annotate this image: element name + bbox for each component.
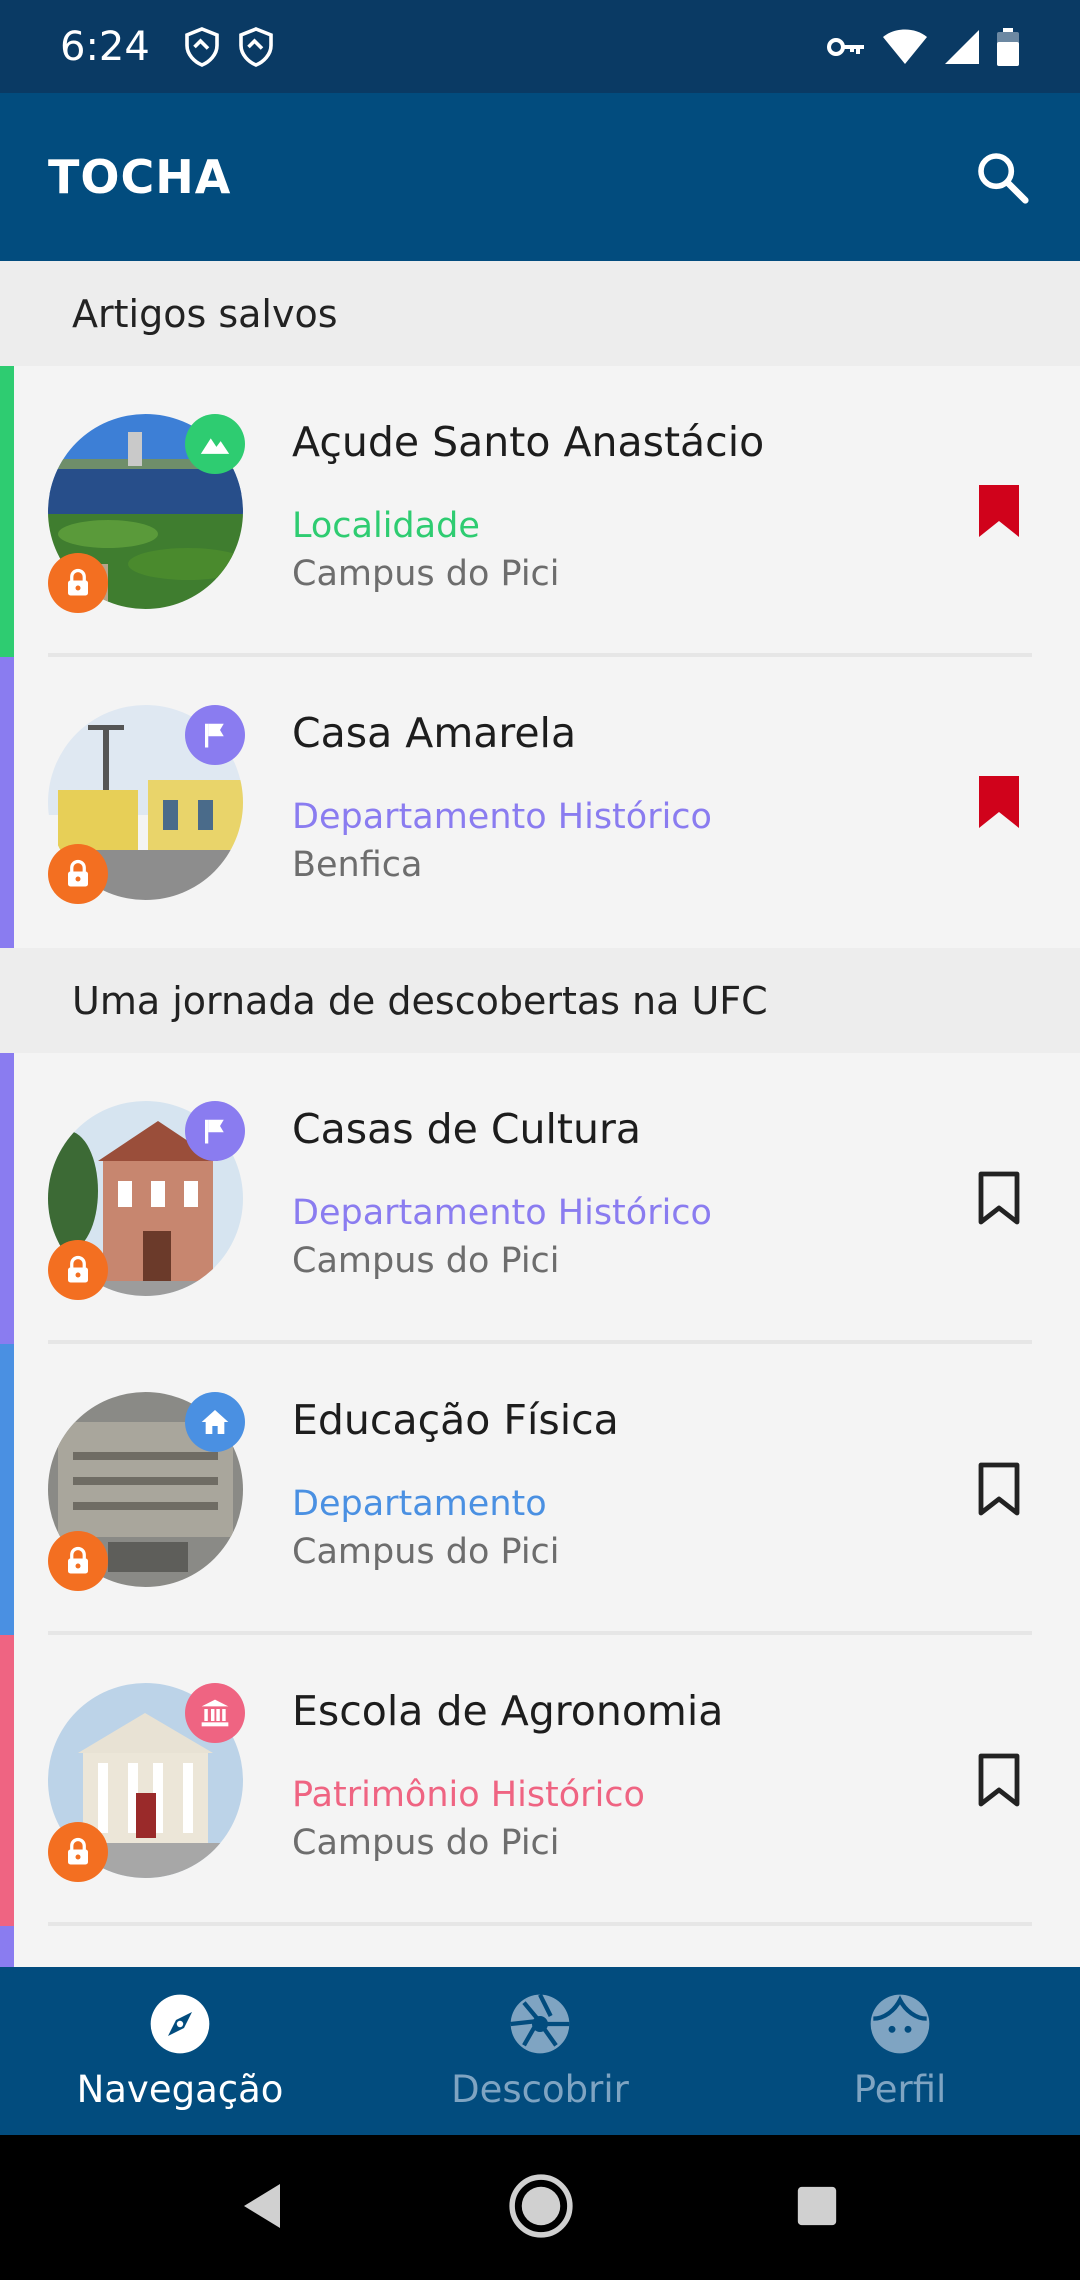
nav-label: Descobrir xyxy=(451,2067,629,2111)
item-thumbnail xyxy=(48,414,245,613)
bookmark-border-icon xyxy=(978,1753,1020,1807)
item-location: Campus do Pici xyxy=(292,1241,560,1281)
lock-icon xyxy=(48,1822,108,1882)
item-thumbnail xyxy=(48,1683,245,1882)
search-icon xyxy=(978,153,1029,204)
item-location: Campus do Pici xyxy=(292,1532,560,1572)
system-nav-bar xyxy=(0,2135,1080,2280)
search-button[interactable] xyxy=(972,147,1032,207)
item-category: Departamento xyxy=(292,1484,547,1524)
back-icon xyxy=(244,2183,280,2228)
battery-icon xyxy=(997,27,1019,66)
nav-item-navegacao[interactable]: Navegação xyxy=(0,1967,360,2135)
signal-icon xyxy=(945,29,979,64)
nav-item-descobrir[interactable]: Descobrir xyxy=(360,1967,720,2135)
status-indicators xyxy=(826,27,1020,66)
bookmark-icon xyxy=(979,776,1019,828)
content-list[interactable]: Artigos salvos Açude Santo Anastácio Loc… xyxy=(0,261,1080,1967)
home-button[interactable] xyxy=(508,2173,574,2243)
bookmark-button[interactable] xyxy=(975,1750,1023,1810)
item-location: Benfica xyxy=(292,845,423,885)
item-location: Campus do Pici xyxy=(292,554,560,594)
item-title: Escola de Agronomia xyxy=(292,1687,724,1735)
bookmark-border-icon xyxy=(978,1462,1020,1516)
recents-button[interactable] xyxy=(794,2183,840,2233)
bookmark-button[interactable] xyxy=(975,1168,1023,1228)
lock-icon xyxy=(48,553,108,613)
app-bar: TOCHA xyxy=(0,93,1080,261)
back-button[interactable] xyxy=(240,2180,288,2236)
landscape-icon xyxy=(185,414,245,474)
list-item[interactable]: Casas de Cultura Departamento Histórico … xyxy=(0,1053,1080,1344)
category-accent xyxy=(0,366,14,657)
item-title: Açude Santo Anastácio xyxy=(292,418,765,466)
list-item[interactable]: Escola de Agronomia Patrimônio Histórico… xyxy=(0,1635,1080,1926)
recents-icon xyxy=(797,2186,837,2225)
lock-icon xyxy=(48,1531,108,1591)
home-circle-icon xyxy=(509,2173,573,2238)
shield-icon xyxy=(185,26,219,67)
lock-icon xyxy=(48,1240,108,1300)
status-notifications xyxy=(184,26,274,67)
wifi-icon xyxy=(883,29,927,64)
category-accent xyxy=(0,1344,14,1635)
bottom-navigation: Navegação Descobrir Perfil xyxy=(0,1967,1080,2135)
category-accent xyxy=(0,1926,14,1967)
face-icon xyxy=(868,1992,932,2056)
compass-icon xyxy=(148,1992,212,2056)
category-accent xyxy=(0,1053,14,1344)
bookmark-button[interactable] xyxy=(975,1459,1023,1519)
app-title: TOCHA xyxy=(48,150,232,204)
item-title: Educação Física xyxy=(292,1396,619,1444)
home-icon xyxy=(185,1392,245,1452)
bookmark-button[interactable] xyxy=(975,772,1023,832)
item-location: Campus do Pici xyxy=(292,1823,560,1863)
category-accent xyxy=(0,657,14,948)
flag-icon xyxy=(185,1101,245,1161)
section-header-journey: Uma jornada de descobertas na UFC xyxy=(0,948,1080,1053)
item-category: Departamento Histórico xyxy=(292,797,712,837)
museum-icon xyxy=(185,1683,245,1743)
section-header-saved: Artigos salvos xyxy=(0,261,1080,366)
item-title: Casas de Cultura xyxy=(292,1105,641,1153)
bookmark-button[interactable] xyxy=(975,481,1023,541)
item-category: Departamento Histórico xyxy=(292,1193,712,1233)
status-bar: 6:24 xyxy=(0,0,1080,93)
nav-label: Navegação xyxy=(76,2067,284,2111)
item-title: Casa Amarela xyxy=(292,709,577,757)
item-thumbnail xyxy=(48,705,245,904)
nav-item-perfil[interactable]: Perfil xyxy=(720,1967,1080,2135)
category-accent xyxy=(0,1635,14,1926)
bookmark-border-icon xyxy=(978,1171,1020,1225)
bookmark-icon xyxy=(979,485,1019,537)
aperture-icon xyxy=(508,1992,572,2056)
item-category: Patrimônio Histórico xyxy=(292,1775,645,1815)
status-time: 6:24 xyxy=(60,23,150,70)
list-item[interactable] xyxy=(0,1926,1080,1967)
item-thumbnail xyxy=(48,1101,245,1300)
nav-label: Perfil xyxy=(853,2067,947,2111)
shield-icon xyxy=(239,26,273,67)
list-item[interactable]: Educação Física Departamento Campus do P… xyxy=(0,1344,1080,1635)
list-item[interactable]: Açude Santo Anastácio Localidade Campus … xyxy=(0,366,1080,657)
flag-icon xyxy=(185,705,245,765)
item-category: Localidade xyxy=(292,506,480,546)
item-thumbnail xyxy=(48,1392,245,1591)
vpn-key-icon xyxy=(827,37,864,56)
list-item[interactable]: Casa Amarela Departamento Histórico Benf… xyxy=(0,657,1080,948)
lock-icon xyxy=(48,844,108,904)
